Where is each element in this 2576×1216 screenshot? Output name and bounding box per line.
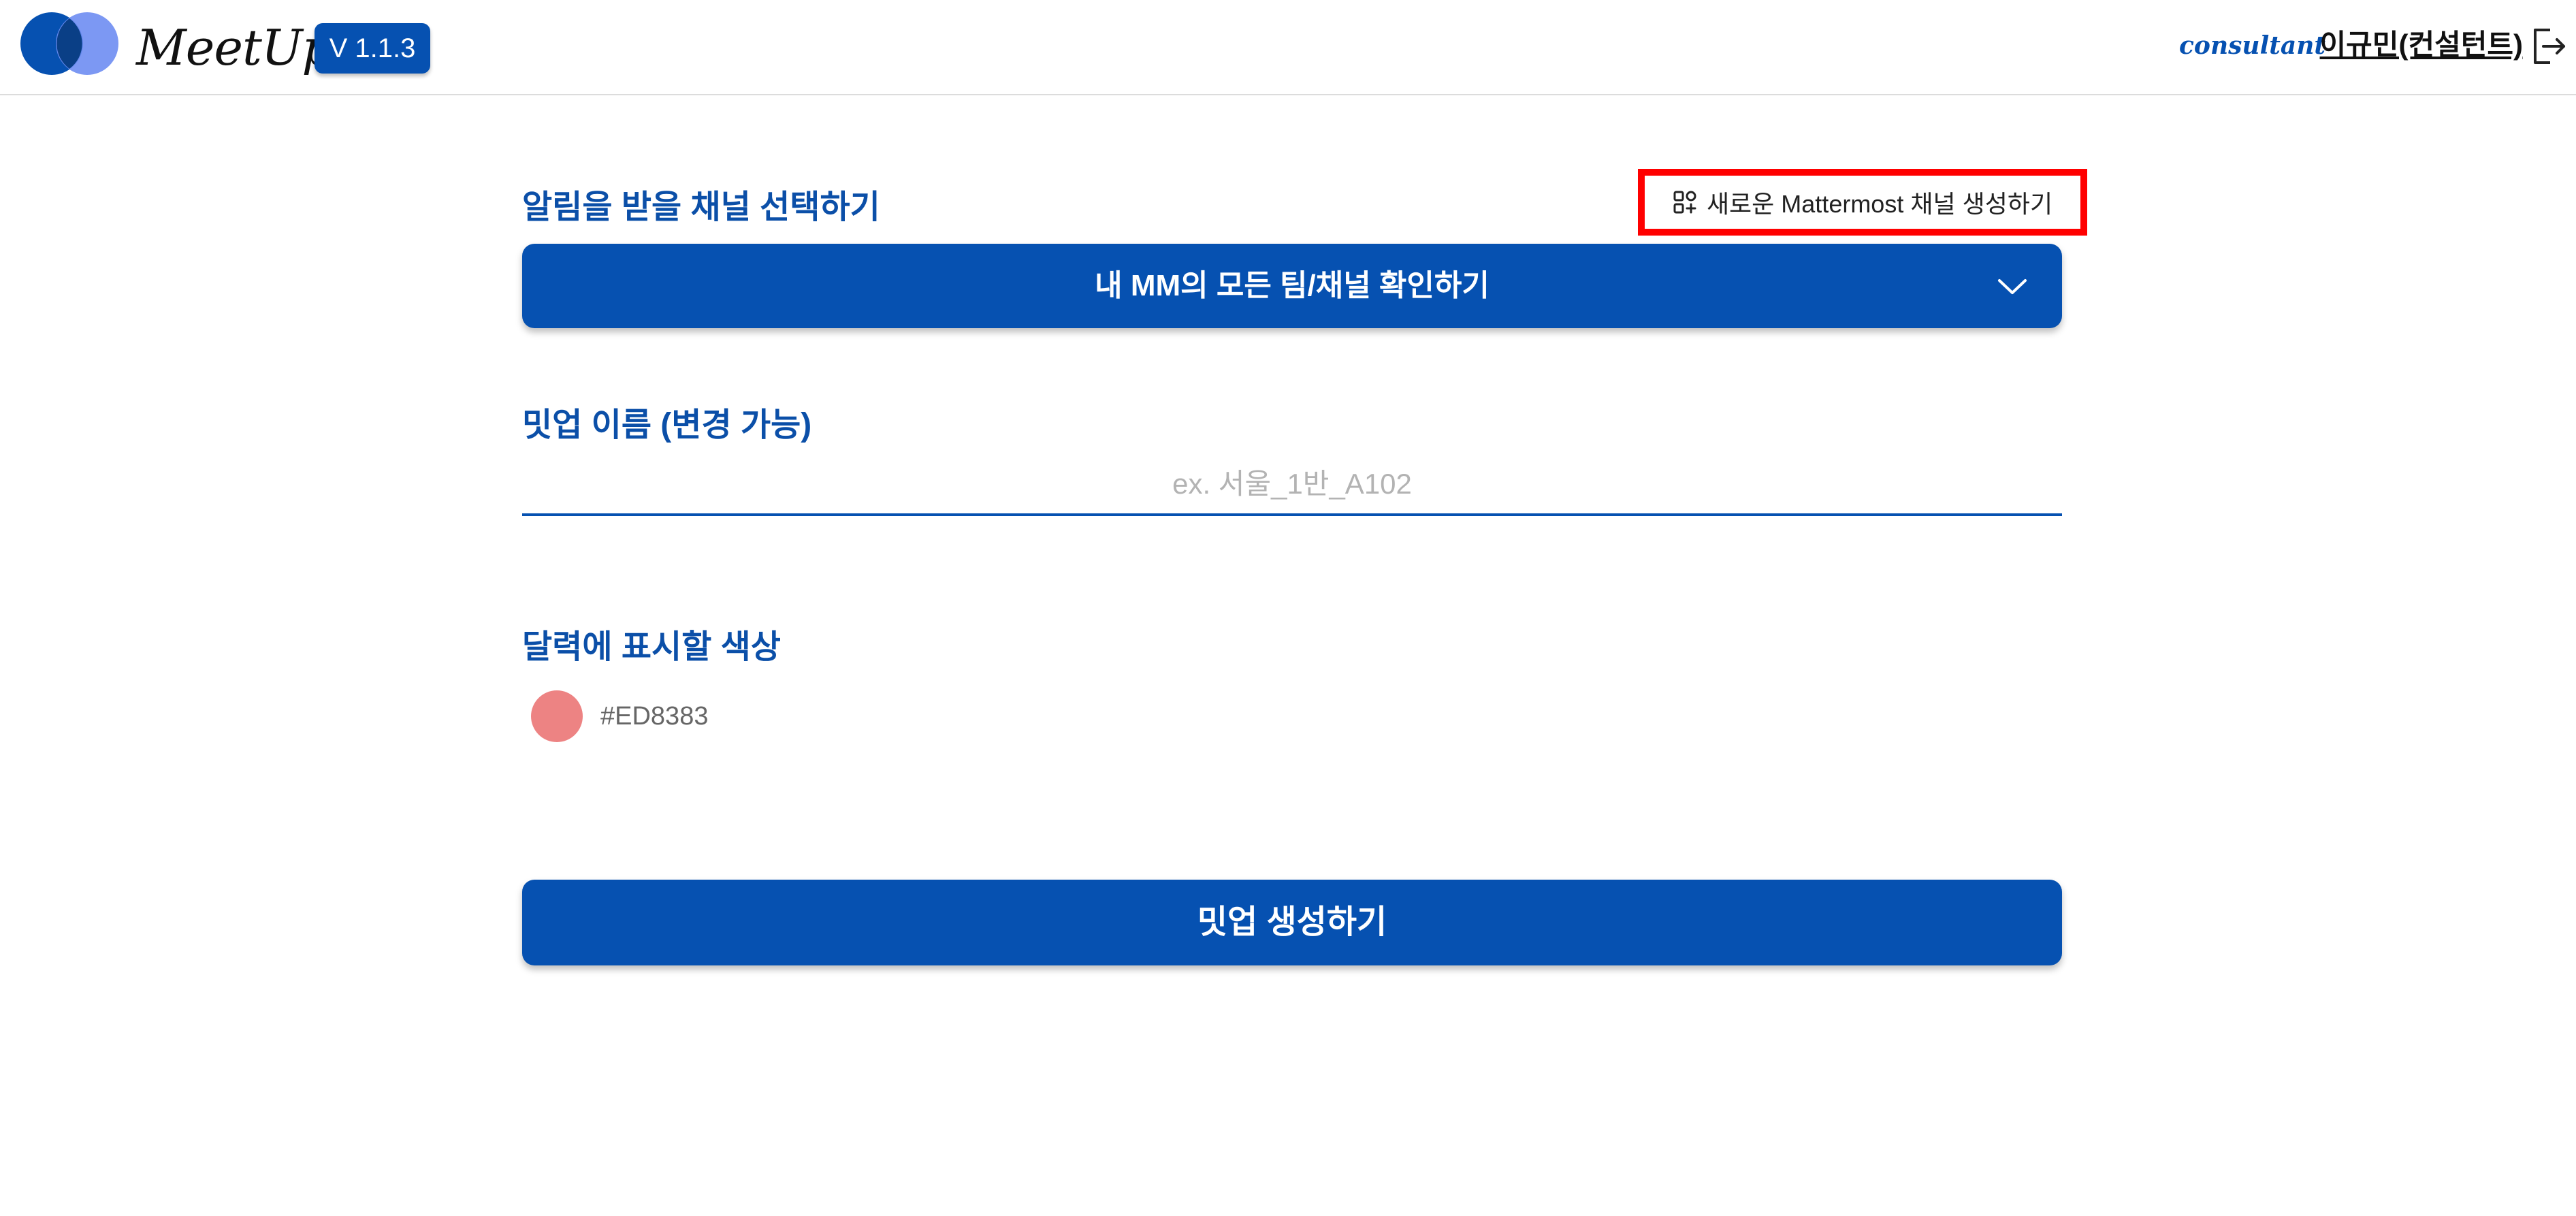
color-section-label: 달력에 표시할 색상: [522, 629, 781, 665]
name-section-label: 밋업 이름 (변경 가능): [522, 407, 812, 443]
logout-icon[interactable]: [2530, 26, 2568, 67]
version-badge: V 1.1.3: [315, 23, 430, 74]
create-meetup-button[interactable]: 밋업 생성하기: [522, 880, 2062, 965]
new-mattermost-channel-button[interactable]: 새로운 Mattermost 채널 생성하기: [1638, 169, 2087, 236]
meetup-name-input[interactable]: [522, 455, 2062, 516]
user-name-link[interactable]: 이규민(컨설턴트): [2320, 25, 2523, 65]
meetup-logo-icon[interactable]: [19, 11, 121, 76]
apps-grid-icon: [1673, 191, 1696, 214]
top-header: MeetUp V 1.1.3 consultant 이규민(컨설턴트): [0, 0, 2576, 95]
channel-dropdown-label: 내 MM의 모든 팀/채널 확인하기: [1095, 269, 1490, 302]
new-channel-button-label: 새로운 Mattermost 채널 생성하기: [1706, 190, 2053, 218]
channel-section-label: 알림을 받을 채널 선택하기: [522, 189, 880, 225]
user-role: consultant: [2179, 31, 2325, 60]
chevron-down-icon: [1998, 279, 2027, 294]
channel-dropdown[interactable]: 내 MM의 모든 팀/채널 확인하기: [522, 244, 2062, 328]
color-swatch[interactable]: [531, 690, 583, 742]
color-hex-value: #ED8383: [600, 702, 709, 731]
brand-name[interactable]: MeetUp: [136, 15, 334, 80]
